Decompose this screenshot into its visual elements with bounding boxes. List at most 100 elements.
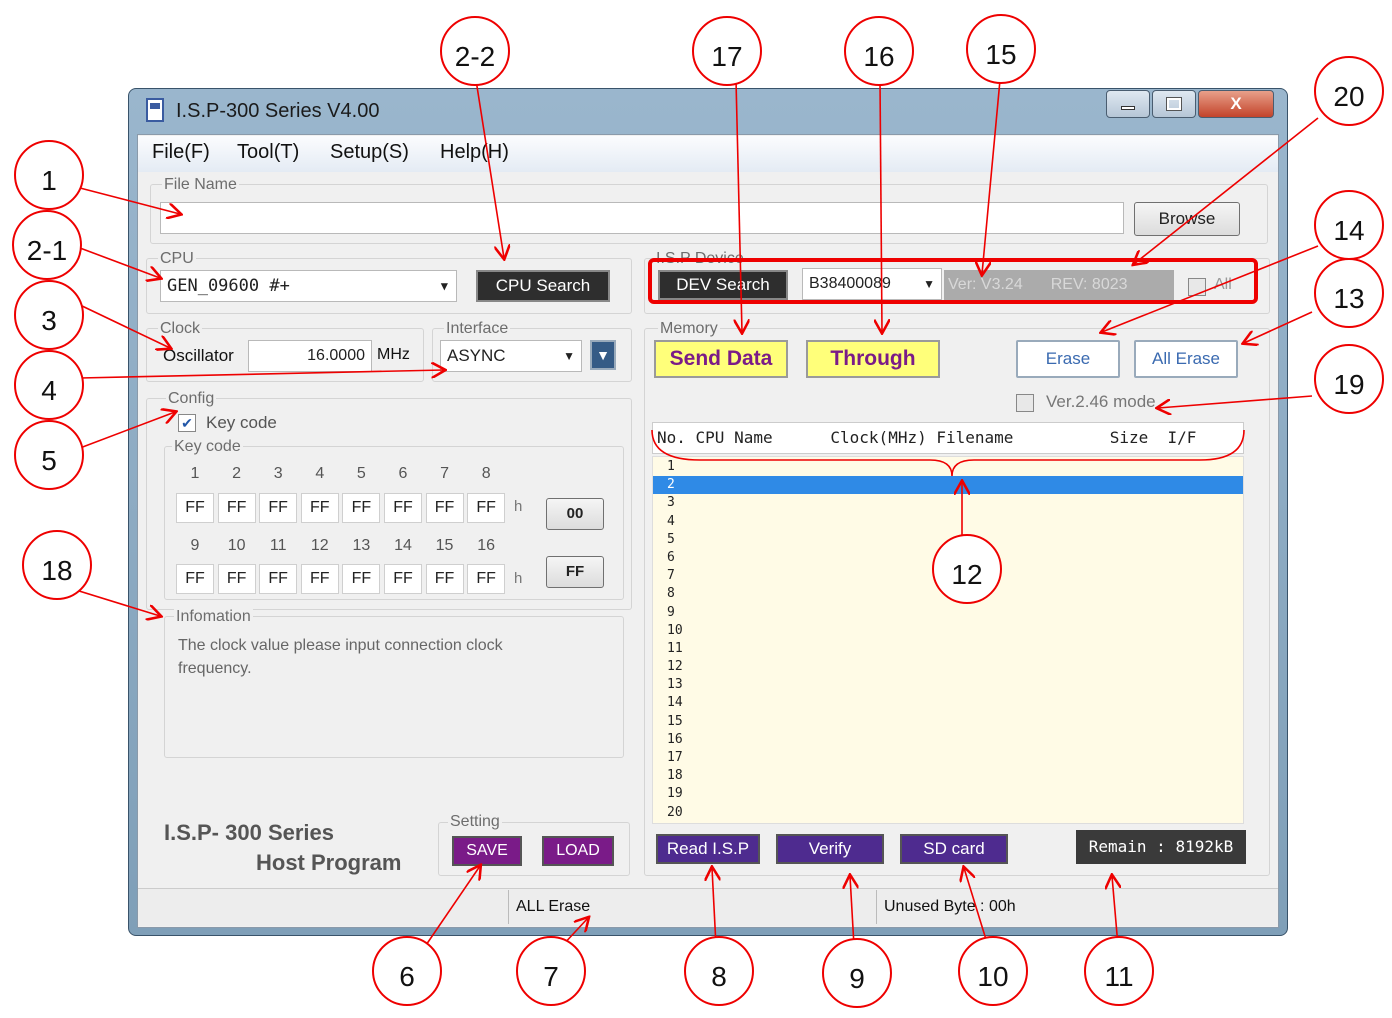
down-triangle-icon: ▼ [596, 347, 610, 363]
keycode-input[interactable]: FF [467, 493, 506, 523]
list-item[interactable]: 20 [653, 804, 1243, 822]
interface-settings-button[interactable]: ▼ [590, 340, 616, 370]
list-item[interactable]: 18 [653, 767, 1243, 785]
keycode-input[interactable]: FF [342, 493, 381, 523]
file-name-input[interactable] [160, 202, 1124, 234]
all-erase-button[interactable]: All Erase [1134, 340, 1238, 378]
callout-13: 13 [1314, 258, 1384, 328]
minimize-button[interactable] [1106, 90, 1150, 118]
cpu-search-button[interactable]: CPU Search [476, 270, 610, 302]
callout-18: 18 [22, 530, 92, 600]
config-label: Config [166, 390, 217, 408]
list-item[interactable]: 13 [653, 676, 1243, 694]
keycode-input[interactable]: FF [300, 493, 339, 523]
keycode-input[interactable]: FF [467, 564, 506, 594]
keycode-number: 11 [269, 537, 287, 554]
list-item[interactable]: 14 [653, 694, 1243, 712]
callout-16: 16 [844, 16, 914, 86]
keycode-number: 2 [232, 465, 242, 482]
chevron-down-icon: ▼ [563, 349, 575, 363]
close-button[interactable]: X [1198, 90, 1274, 118]
keycode-number: 9 [190, 537, 200, 554]
memory-list[interactable]: 1 2 3 4 5 6 7 8 9 10 11 12 13 14 15 16 1… [652, 456, 1244, 824]
callout-17: 17 [692, 16, 762, 86]
save-button[interactable]: SAVE [452, 836, 522, 866]
status-bar [138, 888, 1278, 926]
keycode-input[interactable]: FF [383, 493, 422, 523]
keycode-input[interactable]: FF [300, 564, 339, 594]
read-isp-button[interactable]: Read I.S.P [656, 834, 760, 864]
keycode-input[interactable]: FF [383, 564, 422, 594]
keycode-group-label: Key code [172, 438, 243, 456]
fill-00-button[interactable]: 00 [546, 498, 604, 530]
list-item[interactable]: 12 [653, 658, 1243, 676]
interface-select[interactable]: ASYNC ▼ [440, 340, 582, 372]
callout-3: 3 [14, 280, 84, 350]
list-item[interactable]: 11 [653, 640, 1243, 658]
callout-15: 15 [966, 14, 1036, 84]
verify-button[interactable]: Verify [776, 834, 884, 864]
keycode-number: 12 [310, 537, 329, 554]
menu-file[interactable]: File(F) [152, 141, 210, 164]
setting-label: Setting [448, 813, 502, 831]
clock-input[interactable]: 16.0000 [248, 340, 372, 372]
through-button[interactable]: Through [806, 340, 940, 378]
cpu-select[interactable]: GEN_09600 #+ ▼ [160, 270, 457, 302]
ver246-checkbox[interactable] [1016, 394, 1034, 412]
menu-tool[interactable]: Tool(T) [237, 141, 299, 164]
fill-ff-button[interactable]: FF [546, 556, 604, 588]
send-data-button[interactable]: Send Data [654, 340, 788, 378]
info-label: Infomation [174, 608, 253, 626]
list-item[interactable]: 3 [653, 494, 1243, 512]
brand-line1: I.S.P- 300 Series [164, 820, 334, 845]
status-divider [508, 890, 509, 924]
list-item[interactable]: 17 [653, 749, 1243, 767]
keycode-number: 5 [356, 465, 366, 482]
remain-indicator: Remain : 8192kB [1076, 830, 1246, 864]
keycode-number: 6 [398, 465, 408, 482]
browse-button[interactable]: Browse [1134, 202, 1240, 236]
keycode-number: 13 [352, 537, 371, 554]
list-header-text: No. CPU Name Clock(MHz) Filename Size I/… [657, 428, 1197, 447]
list-item-selected[interactable]: 2 [653, 476, 1243, 495]
keycode-input[interactable]: FF [259, 564, 298, 594]
maximize-button[interactable] [1152, 90, 1196, 118]
info-text: The clock value please input connection … [178, 637, 503, 677]
keycode-number: 7 [440, 465, 450, 482]
list-item[interactable]: 1 [653, 458, 1243, 476]
keycode-number: 15 [435, 537, 454, 554]
keycode-input[interactable]: FF [259, 493, 298, 523]
menu-setup[interactable]: Setup(S) [330, 141, 409, 164]
list-item[interactable]: 10 [653, 622, 1243, 640]
list-item[interactable]: 9 [653, 604, 1243, 622]
erase-button[interactable]: Erase [1016, 340, 1120, 378]
keycode-number: 14 [394, 537, 412, 554]
interface-selected: ASYNC [447, 346, 506, 365]
keycode-checkbox[interactable]: ✔ [178, 414, 196, 432]
keycode-input[interactable]: FF [176, 564, 214, 594]
list-item[interactable]: 4 [653, 513, 1243, 531]
list-item[interactable]: 19 [653, 785, 1243, 803]
keycode-input[interactable]: FF [176, 493, 214, 523]
keycode-input[interactable]: FF [217, 493, 256, 523]
load-button[interactable]: LOAD [542, 836, 614, 866]
window-title: I.S.P-300 Series V4.00 [176, 100, 380, 122]
list-item[interactable]: 15 [653, 713, 1243, 731]
status-right: Unused Byte : 00h [884, 898, 1016, 915]
callout-2-1: 2-1 [12, 210, 82, 280]
menu-help[interactable]: Help(H) [440, 141, 509, 164]
callout-11: 11 [1084, 936, 1154, 1006]
callout-2-2: 2-2 [440, 16, 510, 86]
list-item[interactable]: 16 [653, 731, 1243, 749]
callout-14: 14 [1314, 190, 1384, 260]
keycode-numbers-row2: 9 10 11 12 13 14 15 16 [176, 537, 505, 555]
cpu-label: CPU [158, 250, 196, 268]
keycode-input[interactable]: FF [425, 564, 464, 594]
keycode-input[interactable]: FF [217, 564, 256, 594]
keycode-number: 8 [481, 465, 491, 482]
keycode-input[interactable]: FF [425, 493, 464, 523]
clock-label: Clock [158, 320, 203, 338]
sd-card-button[interactable]: SD card [900, 834, 1008, 864]
keycode-number: 16 [477, 537, 496, 554]
keycode-input[interactable]: FF [342, 564, 381, 594]
